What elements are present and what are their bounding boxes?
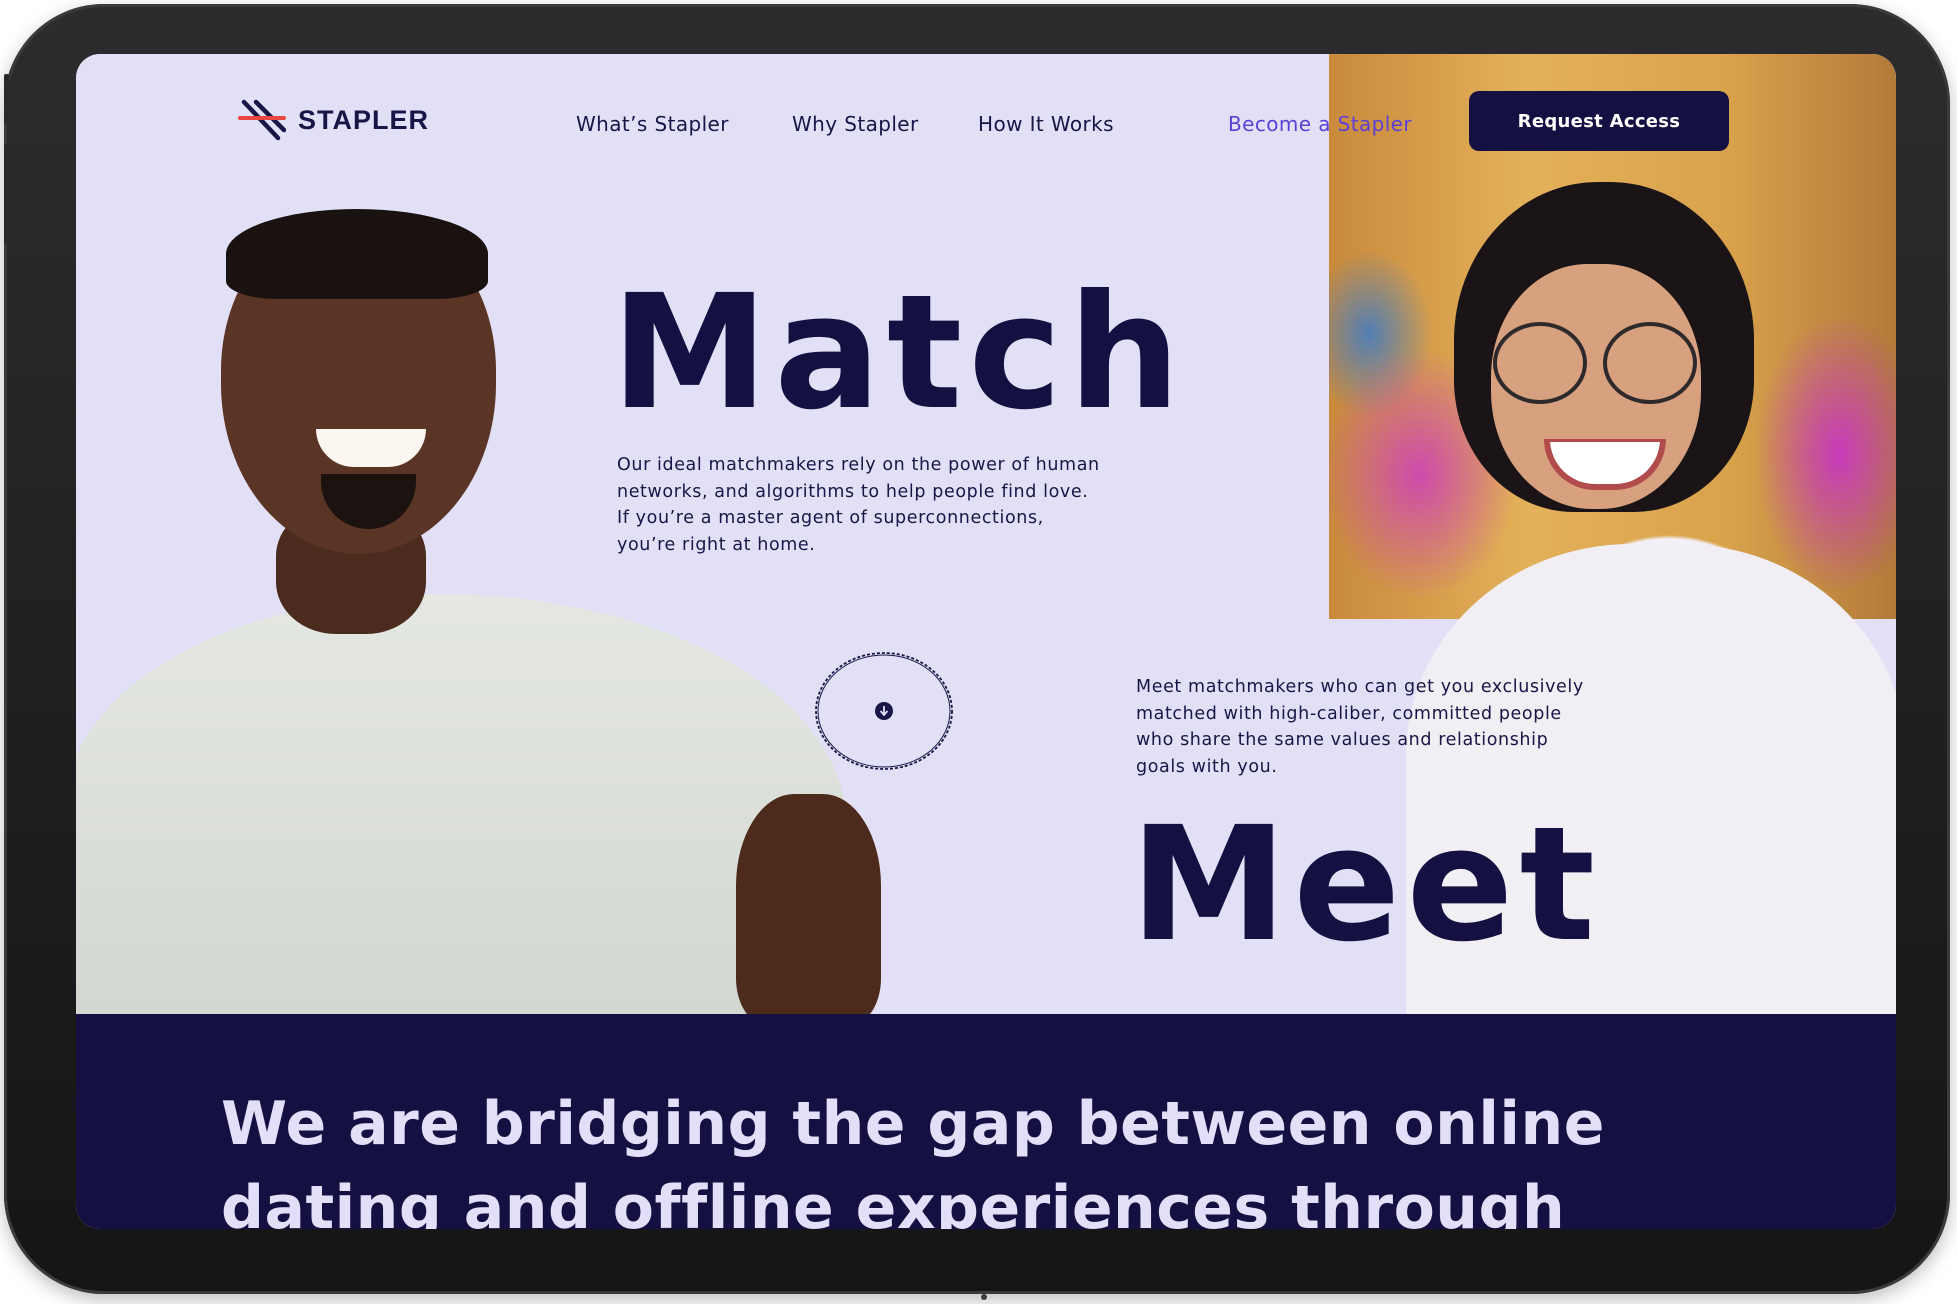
screen: STAPLER What’s Stapler Why Stapler How I… bbox=[76, 54, 1896, 1229]
headline-match: Match bbox=[611, 261, 1187, 445]
scroll-down-button[interactable] bbox=[812, 649, 956, 773]
stapler-logo-icon bbox=[238, 99, 286, 141]
nav-link-how-it-works[interactable]: How It Works bbox=[978, 112, 1114, 136]
brand-name: STAPLER bbox=[298, 104, 430, 135]
volume-button bbox=[4, 144, 9, 244]
nav-link-whats-stapler[interactable]: What’s Stapler bbox=[576, 112, 729, 136]
intro-paragraph: Our ideal matchmakers rely on the power … bbox=[617, 455, 1100, 555]
nav-link-become-a-stapler[interactable]: Become a Stapler bbox=[1228, 112, 1412, 136]
nav-link-why-stapler[interactable]: Why Stapler bbox=[792, 112, 919, 136]
man-photo-body bbox=[76, 594, 846, 1014]
brand-logo[interactable]: STAPLER bbox=[238, 98, 429, 142]
man-photo-hair bbox=[226, 209, 488, 299]
request-access-button[interactable]: Request Access bbox=[1469, 91, 1729, 151]
volume-button bbox=[4, 74, 9, 124]
headline-meet: Meet bbox=[1130, 793, 1602, 977]
mission-band: We are bridging the gap between online d… bbox=[76, 1014, 1896, 1229]
camera-dot bbox=[981, 1294, 987, 1300]
woman-photo-glasses bbox=[1493, 322, 1587, 404]
arrow-down-icon bbox=[875, 702, 893, 720]
man-photo-hand bbox=[736, 794, 881, 1014]
meet-paragraph: Meet matchmakers who can get you exclusi… bbox=[1136, 677, 1584, 777]
woman-photo-glasses bbox=[1603, 322, 1697, 404]
tablet-frame: STAPLER What’s Stapler Why Stapler How I… bbox=[4, 4, 1950, 1300]
hero-section: STAPLER What’s Stapler Why Stapler How I… bbox=[76, 54, 1896, 1014]
top-nav: STAPLER What’s Stapler Why Stapler How I… bbox=[76, 54, 1896, 164]
mission-statement: We are bridging the gap between online d… bbox=[221, 1089, 1605, 1229]
